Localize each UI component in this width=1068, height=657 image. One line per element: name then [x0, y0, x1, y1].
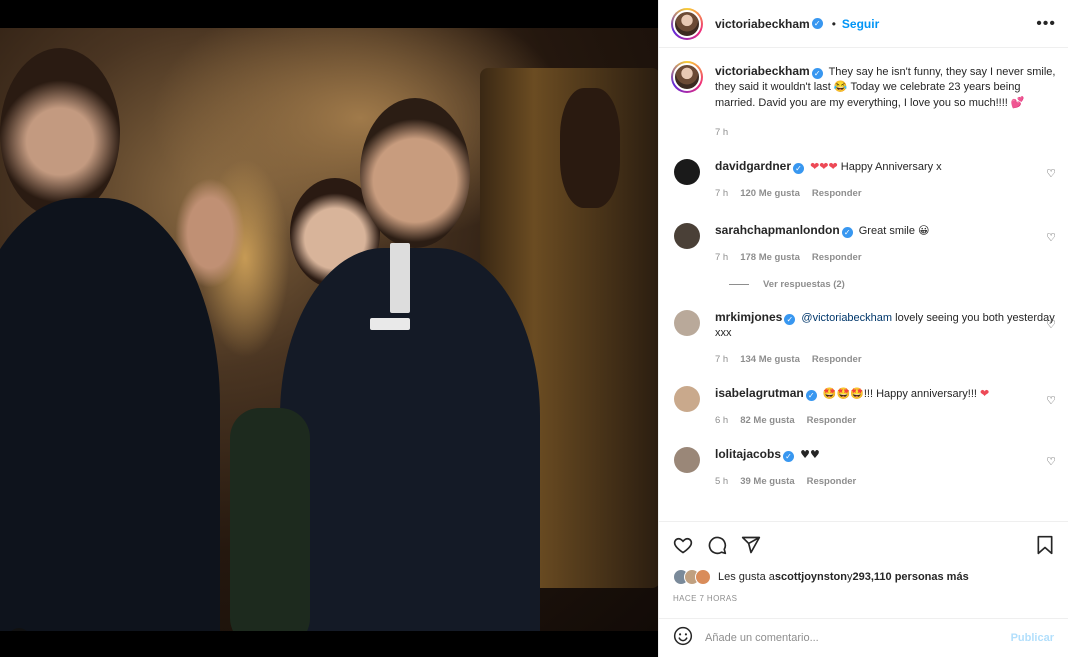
like-comment-icon[interactable]: ♡	[1046, 167, 1056, 180]
post-timestamp[interactable]: HACE 7 HORAS	[673, 594, 1054, 603]
follow-button[interactable]: Seguir	[842, 17, 879, 31]
share-icon[interactable]	[741, 535, 761, 555]
separator-dot: •	[831, 16, 836, 31]
verified-icon: ✓	[793, 163, 805, 174]
emoji-picker-icon[interactable]	[673, 626, 693, 651]
likes-prefix: Les gusta a	[718, 571, 775, 583]
liker-avatars	[673, 569, 711, 585]
comment-input[interactable]	[705, 632, 1011, 644]
comment-composer: Publicar	[659, 618, 1068, 657]
comment-emoji: 🤩🤩🤩	[822, 387, 864, 400]
more-options-icon[interactable]: •••	[1036, 15, 1056, 33]
comment-time[interactable]: 6 h	[715, 415, 728, 426]
comment-emoji-end: ❤	[980, 387, 990, 400]
commenter-avatar[interactable]	[674, 310, 700, 336]
commenter-avatar[interactable]	[674, 159, 700, 185]
verified-icon: ✓	[784, 314, 796, 325]
comment-text: !!! Happy anniversary!!!	[863, 388, 981, 400]
comment-username[interactable]: isabelagrutman	[715, 386, 804, 400]
comment-username[interactable]: mrkimjones	[715, 310, 782, 324]
comment-icon[interactable]	[707, 535, 727, 555]
view-replies-label[interactable]: Ver respuestas (2)	[763, 279, 845, 290]
comment-text: Great smile	[858, 225, 919, 237]
comment-emoji: 😀	[918, 224, 930, 237]
comment-likes[interactable]: 134 Me gusta	[740, 354, 800, 365]
comment-text: Happy Anniversary x	[837, 161, 942, 173]
caption-time[interactable]: 7 h	[715, 127, 728, 138]
caption: victoriabeckham ✓ They say he isn't funny…	[671, 61, 1056, 140]
like-comment-icon[interactable]: ♡	[1046, 394, 1056, 407]
comment-username[interactable]: davidgardner	[715, 159, 791, 173]
caption-avatar[interactable]	[671, 61, 703, 93]
verified-icon: ✓	[811, 68, 823, 79]
comment-emoji: ♥♥	[800, 448, 820, 461]
comment-item: davidgardner ✓ ❤❤❤ Happy Anniversary x 7 …	[671, 159, 1056, 201]
comment-time[interactable]: 7 h	[715, 188, 728, 199]
author-avatar[interactable]	[671, 7, 703, 40]
verified-icon: ✓	[805, 390, 817, 401]
like-comment-icon[interactable]: ♡	[1046, 318, 1056, 331]
caption-username[interactable]: victoriabeckham	[715, 64, 810, 78]
comment-time[interactable]: 7 h	[715, 354, 728, 365]
verified-icon: ✓	[783, 451, 795, 462]
verified-icon: ✓	[811, 18, 823, 29]
reply-button[interactable]: Responder	[812, 188, 862, 199]
view-replies-button[interactable]: Ver respuestas (2)	[729, 279, 1056, 290]
comments-list[interactable]: victoriabeckham ✓ They say he isn't funny…	[659, 49, 1068, 521]
caption-emoji: 💕	[1010, 96, 1025, 109]
likes-count[interactable]: 293,110 personas más	[853, 571, 969, 583]
save-icon[interactable]	[1036, 535, 1054, 555]
commenter-avatar[interactable]	[674, 447, 700, 473]
comment-likes[interactable]: 178 Me gusta	[740, 252, 800, 263]
reply-button[interactable]: Responder	[812, 252, 862, 263]
comment-item: mrkimjones ✓ @victoriabeckham lovely seei…	[671, 310, 1056, 367]
publish-button[interactable]: Publicar	[1011, 632, 1054, 644]
comment-username[interactable]: sarahchapmanlondon	[715, 223, 840, 237]
post-header: victoriabeckham ✓ • Seguir •••	[659, 0, 1068, 48]
likes-summary[interactable]: Les gusta a scottjoynston y 293,110 pers…	[673, 569, 1054, 585]
liked-by-user[interactable]: scottjoynston	[775, 571, 847, 583]
comment-emoji: ❤❤❤	[810, 160, 838, 173]
commenter-avatar[interactable]	[674, 386, 700, 412]
post-side-panel: victoriabeckham ✓ • Seguir ••• victoriab…	[658, 0, 1068, 657]
reply-button[interactable]: Responder	[807, 476, 857, 487]
comment-likes[interactable]: 39 Me gusta	[740, 476, 794, 487]
verified-icon: ✓	[841, 227, 853, 238]
comment-mention[interactable]: @victoriabeckham	[801, 312, 892, 324]
comment-username[interactable]: lolitajacobs	[715, 447, 781, 461]
comment-item: isabelagrutman ✓ 🤩🤩🤩!!! Happy anniversary…	[671, 386, 1056, 428]
like-comment-icon[interactable]: ♡	[1046, 455, 1056, 468]
like-comment-icon[interactable]: ♡	[1046, 231, 1056, 244]
comment-item: sarahchapmanlondon ✓ Great smile 😀 7 h 178…	[671, 223, 1056, 265]
reply-button[interactable]: Responder	[812, 354, 862, 365]
comment-time[interactable]: 7 h	[715, 252, 728, 263]
author-username[interactable]: victoriabeckham	[715, 17, 810, 31]
post-photo[interactable]	[0, 28, 658, 631]
comment-time[interactable]: 5 h	[715, 476, 728, 487]
like-icon[interactable]	[673, 535, 693, 555]
commenter-avatar[interactable]	[674, 223, 700, 249]
replies-divider	[729, 284, 749, 285]
comment-likes[interactable]: 82 Me gusta	[740, 415, 794, 426]
post-actions: Les gusta a scottjoynston y 293,110 pers…	[659, 521, 1068, 603]
comment-item: lolitajacobs ✓ ♥♥ 5 h 39 Me gusta Responder…	[671, 447, 1056, 489]
reply-button[interactable]: Responder	[807, 415, 857, 426]
comment-likes[interactable]: 120 Me gusta	[740, 188, 800, 199]
